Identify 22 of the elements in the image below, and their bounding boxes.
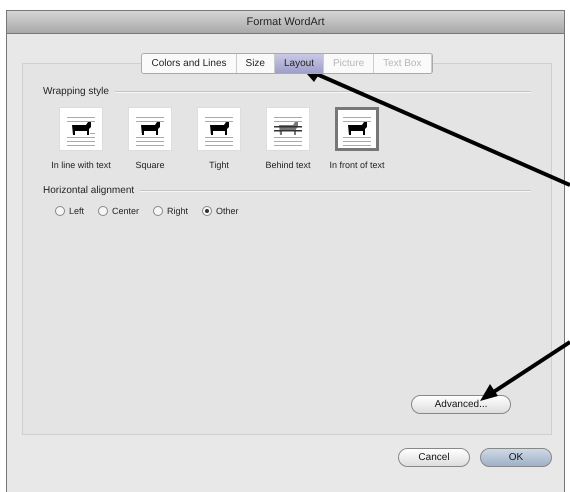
option-label: In line with text xyxy=(51,159,111,171)
wrap-style-option[interactable] xyxy=(335,107,379,151)
tab[interactable]: Colors and Lines xyxy=(142,54,237,73)
advanced-button[interactable]: Advanced... xyxy=(411,395,511,414)
tab[interactable]: Layout xyxy=(274,54,324,73)
radio-button[interactable] xyxy=(153,206,164,216)
option-label: Tight xyxy=(208,159,230,171)
section-heading: Horizontal alignment xyxy=(43,185,134,196)
ok-button[interactable]: OK xyxy=(480,448,552,467)
radio-label: Right xyxy=(167,206,188,216)
radio-label: Left xyxy=(69,206,84,216)
option-label: In front of text xyxy=(328,159,386,171)
option-label: Behind text xyxy=(264,159,312,171)
radio-button[interactable] xyxy=(202,206,212,216)
cancel-button[interactable]: Cancel xyxy=(398,448,470,467)
radio-button[interactable] xyxy=(55,206,65,216)
section-heading: Wrapping style xyxy=(43,86,109,97)
radio-button[interactable] xyxy=(98,206,108,216)
radio-label: Other xyxy=(216,206,239,216)
window-title: Format WordArt xyxy=(7,11,564,34)
option-label: Square xyxy=(134,159,166,171)
radio-label: Center xyxy=(112,206,140,216)
